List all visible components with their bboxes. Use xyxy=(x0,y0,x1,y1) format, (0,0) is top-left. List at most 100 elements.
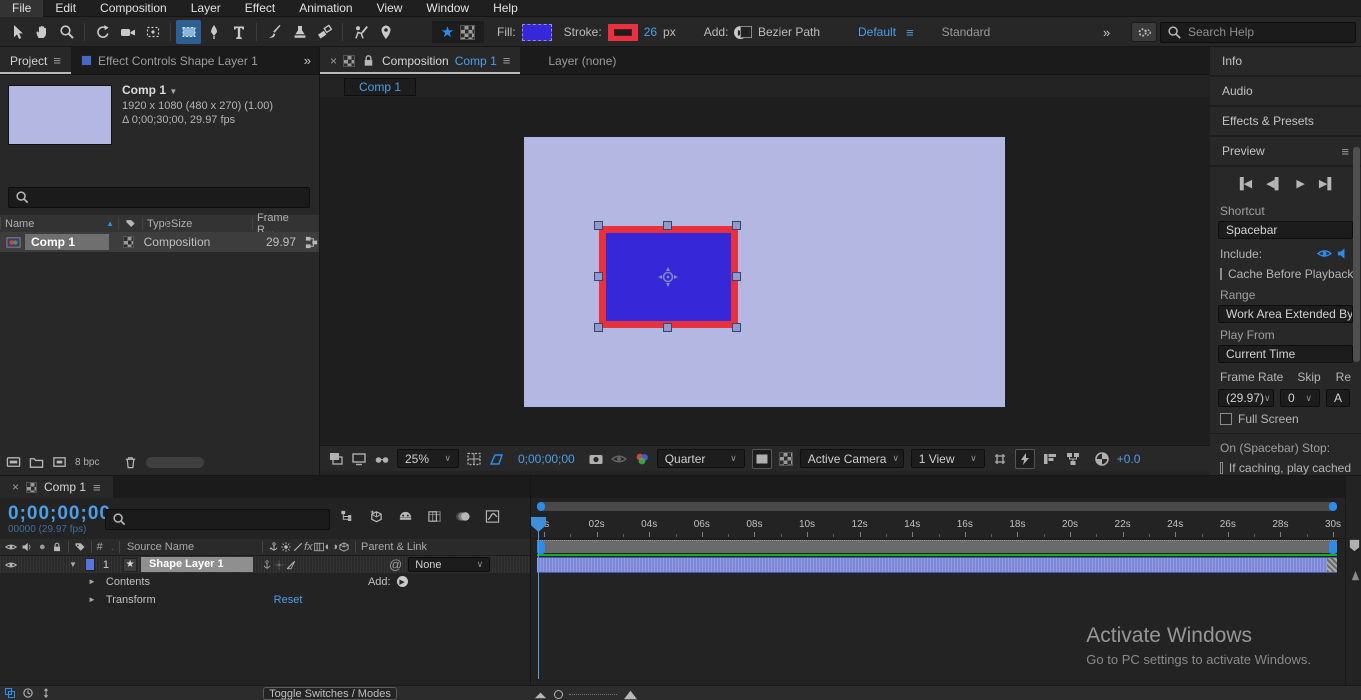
transform-row[interactable]: ► Transform Reset xyxy=(0,591,530,608)
bit-depth-label[interactable]: 8 bpc xyxy=(75,457,99,468)
column-header-frame-r[interactable]: Frame R... xyxy=(252,212,296,236)
view-layout-dropdown[interactable]: 1 View ∨ xyxy=(910,449,985,468)
transparency-grid-icon[interactable] xyxy=(778,451,793,466)
workspace-default-tab[interactable]: Default xyxy=(858,25,896,39)
comp-marker-bin-icon[interactable] xyxy=(1347,538,1361,553)
row-comp-name[interactable]: Comp 1 xyxy=(25,234,110,250)
handle-mid-left[interactable] xyxy=(594,272,603,281)
menu-item-animation[interactable]: Animation xyxy=(287,0,364,17)
video-column-eye-icon[interactable] xyxy=(5,541,17,553)
help-search-input[interactable] xyxy=(1188,25,1349,39)
project-search-input[interactable] xyxy=(36,190,303,205)
zoom-in-mountain-icon[interactable] xyxy=(623,687,638,700)
workspace-menu-icon[interactable]: ≡ xyxy=(906,25,914,40)
magnification-dropdown[interactable]: 25% ∨ xyxy=(397,449,459,468)
type-tool[interactable] xyxy=(226,20,251,44)
layer-name[interactable]: Shape Layer 1 xyxy=(141,557,254,572)
comp-canvas[interactable] xyxy=(524,137,1005,407)
trash-icon[interactable] xyxy=(123,455,138,470)
rotation-tool[interactable] xyxy=(90,20,115,44)
work-area-end-handle[interactable] xyxy=(1329,541,1337,554)
source-name-column-label[interactable]: Source Name xyxy=(127,541,194,553)
pen-tool[interactable] xyxy=(201,20,226,44)
layer-collapse-icon[interactable] xyxy=(273,559,285,571)
eraser-tool[interactable] xyxy=(312,20,337,44)
graph-editor-icon[interactable] xyxy=(485,509,500,524)
solo-column-icon[interactable]: ● xyxy=(39,541,46,553)
motion-blur-icon[interactable] xyxy=(456,509,471,524)
menu-item-view[interactable]: View xyxy=(365,0,415,17)
label-column-tag-icon[interactable] xyxy=(74,541,86,553)
fill-label[interactable]: Fill: xyxy=(497,25,516,39)
expand-layer-pane-icon[interactable] xyxy=(4,687,16,699)
pixel-aspect-icon[interactable] xyxy=(992,451,1008,467)
lock-icon[interactable] xyxy=(361,53,376,68)
render-queue-icon[interactable] xyxy=(22,687,34,699)
handle-bottom-left[interactable] xyxy=(594,323,603,332)
tab-effect-controls[interactable]: Effect Controls Shape Layer 1 xyxy=(71,47,268,74)
new-folder-icon[interactable] xyxy=(29,455,44,470)
first-frame-button[interactable]: ▐◀ xyxy=(1236,177,1252,190)
comp-timecode[interactable]: 0;00;00;00 xyxy=(512,452,581,466)
menu-item-layer[interactable]: Layer xyxy=(179,0,233,17)
panel-menu-icon[interactable]: ≡ xyxy=(503,53,511,68)
stroke-swatch[interactable] xyxy=(607,23,638,41)
work-area-bar[interactable] xyxy=(537,540,1337,554)
panel-menu-icon[interactable]: ≡ xyxy=(1341,144,1349,159)
exposure-value[interactable]: +0.0 xyxy=(1117,452,1141,466)
menu-item-edit[interactable]: Edit xyxy=(43,0,88,17)
timeline-horizontal-scrollbar[interactable] xyxy=(537,502,1337,511)
workspace-settings-icon[interactable] xyxy=(1131,22,1157,42)
sidebar-scrollbar[interactable] xyxy=(1353,147,1360,362)
layer-row-shape-layer-1[interactable]: ▼ 1 ★ Shape Layer 1 @ None ∨ xyxy=(0,556,530,573)
composition-mini-flowchart-icon[interactable] xyxy=(340,509,355,524)
frame-rate-dropdown[interactable]: (29.97) ∨ xyxy=(1218,389,1274,407)
handle-top-center[interactable] xyxy=(663,221,672,230)
sort-ascending-icon[interactable]: ▲ xyxy=(106,219,114,228)
handle-top-right[interactable] xyxy=(732,221,741,230)
full-screen-checkbox[interactable] xyxy=(1220,413,1232,425)
zoom-slider-track[interactable] xyxy=(569,694,617,695)
layer-duration-bar[interactable] xyxy=(537,557,1337,573)
timeline-search-input[interactable] xyxy=(133,512,323,527)
snapshot-icon[interactable] xyxy=(588,451,604,467)
flowchart-icon[interactable] xyxy=(304,235,319,250)
time-ruler[interactable]: 0s02s04s06s08s10s12s14s16s18s20s22s24s26… xyxy=(531,516,1345,539)
star-icon[interactable]: ★ xyxy=(441,23,454,41)
show-snapshot-icon[interactable] xyxy=(610,451,627,467)
audio-column-speaker-icon[interactable] xyxy=(21,541,33,553)
panel-menu-icon[interactable]: ≡ xyxy=(53,53,61,68)
pick-whip-icon[interactable]: @ xyxy=(389,557,402,572)
range-dropdown[interactable]: Work Area Extended By C xyxy=(1218,305,1353,323)
layer-expand-icon[interactable]: ▼ xyxy=(69,560,77,569)
column-header-name[interactable]: Name ▲ xyxy=(0,217,118,230)
next-frame-button[interactable]: ▶▌ xyxy=(1319,177,1335,190)
resize-rows-icon[interactable] xyxy=(40,687,52,699)
zoom-out-mountain-icon[interactable] xyxy=(533,687,548,700)
skip-dropdown[interactable]: 0 ∨ xyxy=(1280,389,1320,407)
transform-reset-link[interactable]: Reset xyxy=(274,594,303,606)
comp-button-icon[interactable] xyxy=(1348,568,1361,583)
stamp-tool[interactable] xyxy=(287,20,312,44)
comp-thumbnail[interactable] xyxy=(8,85,112,145)
add-property-icon[interactable]: ▶ xyxy=(396,576,408,587)
anchor-point-icon[interactable] xyxy=(657,266,679,288)
selection-tool[interactable] xyxy=(4,20,29,44)
if-caching-checkbox[interactable] xyxy=(1220,462,1223,474)
menu-item-help[interactable]: Help xyxy=(481,0,530,17)
tab-composition[interactable]: × Composition Comp 1 ≡ xyxy=(320,47,521,74)
layer-bar-end-cap[interactable] xyxy=(1327,558,1337,572)
handle-top-left[interactable] xyxy=(594,221,603,230)
panel-overflow-icon[interactable]: » xyxy=(294,47,319,74)
play-from-dropdown[interactable]: Current Time xyxy=(1218,345,1353,363)
zoom-slider-knob[interactable] xyxy=(554,690,563,699)
menu-item-composition[interactable]: Composition xyxy=(88,0,179,17)
parent-dropdown[interactable]: None ∨ xyxy=(408,557,491,572)
menu-item-effect[interactable]: Effect xyxy=(233,0,287,17)
close-icon[interactable]: × xyxy=(12,480,19,494)
camera-tool[interactable] xyxy=(115,20,140,44)
interpret-footage-icon[interactable] xyxy=(6,455,21,470)
transparency-checker-icon[interactable] xyxy=(460,24,476,40)
panel-preview-header[interactable]: Preview ≡ xyxy=(1210,137,1361,165)
hand-tool[interactable] xyxy=(29,20,54,44)
